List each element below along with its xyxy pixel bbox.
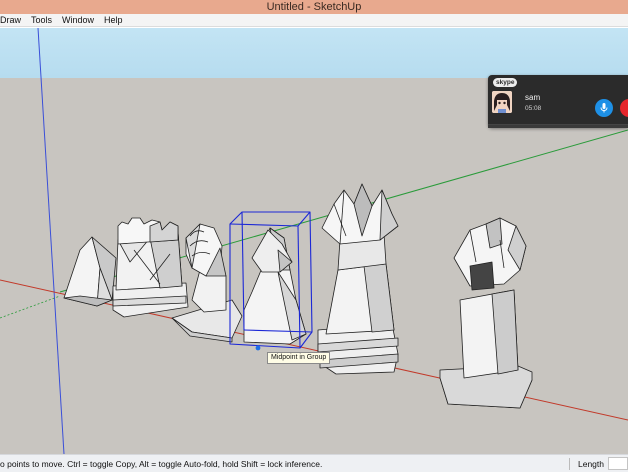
window-title: Untitled - SketchUp [266, 1, 362, 13]
length-input[interactable] [608, 457, 628, 470]
status-divider [569, 458, 570, 470]
call-overlay-footer [488, 124, 628, 128]
contact-name: sam [525, 93, 541, 102]
length-label: Length [578, 459, 604, 469]
menu-tools[interactable]: Tools [26, 15, 57, 25]
menu-draw[interactable]: Draw [0, 15, 26, 25]
status-bar: o points to move. Ctrl = toggle Copy, Al… [0, 454, 628, 472]
skype-logo: skype [493, 78, 518, 87]
title-bar: Untitled - SketchUp [0, 0, 628, 14]
skype-call-overlay[interactable]: skype sam 05:08 [488, 75, 628, 128]
sky [0, 28, 628, 78]
avatar [492, 91, 512, 113]
inference-tooltip: Midpoint in Group [267, 352, 331, 364]
midpoint-marker [255, 345, 261, 351]
menu-bar: Draw Tools Window Help [0, 14, 628, 27]
menu-help[interactable]: Help [99, 15, 128, 25]
menu-window[interactable]: Window [57, 15, 99, 25]
microphone-icon[interactable] [595, 99, 613, 117]
status-hint: o points to move. Ctrl = toggle Copy, Al… [0, 458, 323, 469]
hang-up-icon[interactable] [620, 99, 628, 117]
rook-piece [112, 217, 189, 318]
call-timer: 05:08 [525, 105, 542, 112]
